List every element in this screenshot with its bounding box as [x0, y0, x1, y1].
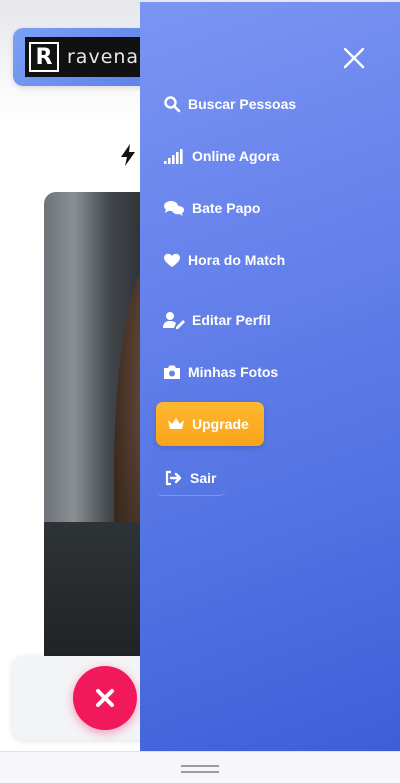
logo-mark: R — [29, 42, 59, 72]
menu-item-editar-perfil[interactable]: Editar Perfil — [162, 302, 271, 338]
menu-item-label: Editar Perfil — [192, 312, 271, 328]
drag-handle[interactable] — [181, 765, 219, 773]
user-edit-icon — [162, 310, 186, 330]
menu-item-bate-papo[interactable]: Bate Papo — [162, 190, 260, 226]
close-icon[interactable] — [342, 46, 366, 70]
dislike-button[interactable] — [73, 666, 137, 730]
sign-out-icon — [164, 468, 184, 488]
crown-icon — [166, 414, 186, 434]
menu-item-label: Bate Papo — [192, 200, 261, 216]
upgrade-label: Upgrade — [192, 416, 249, 432]
search-icon — [162, 94, 182, 114]
logout-label: Sair — [190, 469, 217, 486]
chat-icon — [162, 198, 186, 218]
system-bottom-bar — [0, 751, 400, 783]
menu-item-label: Online Agora — [192, 148, 280, 164]
logo-text: ravena — [67, 46, 140, 68]
bolt-icon[interactable] — [118, 143, 138, 167]
menu-item-minhas-fotos[interactable]: Minhas Fotos — [162, 354, 278, 390]
signal-icon — [162, 146, 186, 166]
upgrade-button[interactable]: Upgrade — [156, 402, 264, 446]
side-menu-drawer: Buscar Pessoas Online Agora Bate Papo Ho… — [140, 2, 400, 751]
menu-item-hora-do-match[interactable]: Hora do Match — [162, 242, 285, 278]
menu-item-online-agora[interactable]: Online Agora — [162, 138, 279, 174]
close-icon — [96, 689, 114, 707]
heart-icon — [162, 250, 182, 270]
menu-item-label: Minhas Fotos — [188, 364, 279, 380]
camera-icon — [162, 362, 182, 382]
logout-button[interactable]: Sair — [156, 460, 226, 496]
menu-item-label: Hora do Match — [188, 252, 286, 268]
menu-item-buscar-pessoas[interactable]: Buscar Pessoas — [162, 86, 296, 122]
menu-item-label: Buscar Pessoas — [188, 96, 297, 112]
